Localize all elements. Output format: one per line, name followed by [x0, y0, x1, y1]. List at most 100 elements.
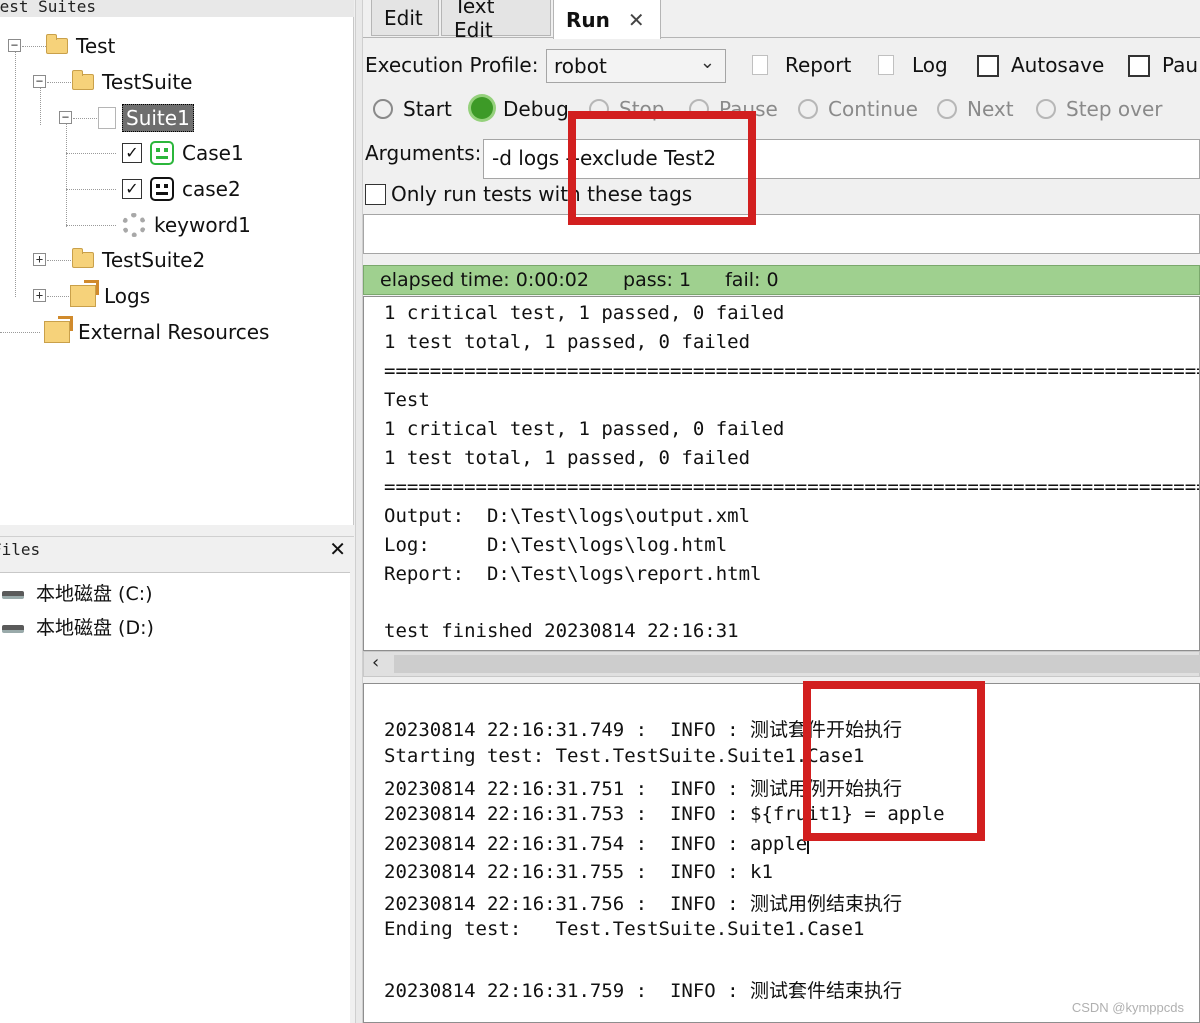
- case2-checkbox[interactable]: ✓: [122, 179, 142, 199]
- folder-icon: [72, 248, 94, 268]
- scrollbar-thumb[interactable]: [394, 655, 1200, 673]
- step-over-label: Step over: [1066, 97, 1163, 121]
- file-icon: [98, 107, 116, 129]
- log-line: 20230814 22:16:31.751 : INFO : 测试用例开始执行: [384, 778, 903, 800]
- collapse-icon[interactable]: −: [59, 111, 72, 124]
- log-line: Starting test: Test.TestSuite.Suite1.Cas…: [384, 745, 865, 767]
- drive-d[interactable]: 本地磁盘 (D:): [2, 611, 154, 641]
- continue-button[interactable]: Continue: [798, 97, 918, 121]
- console-line: ========================================…: [384, 360, 1200, 382]
- chevron-down-icon: ⌄: [699, 52, 715, 73]
- autosave-checkbox[interactable]: [977, 55, 999, 77]
- tree-node-label: Case1: [182, 141, 244, 165]
- stop-button[interactable]: Stop: [589, 97, 664, 121]
- pass-count: pass: 1: [623, 269, 692, 291]
- collapse-icon[interactable]: −: [33, 75, 46, 88]
- pause-checkbox[interactable]: [1128, 55, 1150, 77]
- only-run-tags-label: Only run tests with these tags: [391, 182, 693, 206]
- fail-count: fail: 0: [725, 269, 779, 291]
- tab-text-edit[interactable]: Text Edit: [441, 0, 551, 42]
- files-header: Files ✕: [0, 536, 354, 564]
- pause-button[interactable]: Pause: [689, 97, 778, 121]
- report-button[interactable]: Report: [785, 53, 851, 77]
- tree-node-case1[interactable]: ✓ Case1: [122, 138, 244, 168]
- scroll-left-icon[interactable]: ‹: [372, 652, 379, 673]
- tree-line: [73, 118, 97, 119]
- tree-line: [47, 260, 71, 261]
- case1-checkbox[interactable]: ✓: [122, 143, 142, 163]
- elapsed-time: elapsed time: 0:00:02: [380, 269, 589, 291]
- tree-line: [47, 296, 71, 297]
- tree-node-label: Test: [76, 34, 116, 58]
- tab-label: Text Edit: [454, 0, 495, 42]
- tree-node-testsuite2[interactable]: TestSuite2: [72, 245, 205, 275]
- tree-node-keyword1[interactable]: keyword1: [122, 210, 251, 240]
- tree-node-testsuite[interactable]: TestSuite: [72, 67, 192, 97]
- arguments-input[interactable]: -d logs --exclude Test2: [483, 139, 1200, 179]
- tab-label: Edit: [384, 5, 423, 30]
- log-icon: [878, 55, 894, 75]
- robot-test-icon: [150, 177, 174, 201]
- files-panel: 本地磁盘 (C:) 本地磁盘 (D:): [0, 572, 350, 1023]
- execution-profile-select[interactable]: robot ⌄: [546, 49, 726, 83]
- message-log[interactable]: 20230814 22:16:31.749 : INFO : 测试套件开始执行 …: [363, 683, 1200, 1023]
- stop-icon: [589, 99, 609, 119]
- console-line: Output: D:\Test\logs\output.xml: [384, 505, 751, 527]
- log-line: 20230814 22:16:31.754 : INFO : apple: [384, 832, 810, 855]
- tab-run[interactable]: Run ✕: [553, 0, 661, 39]
- tree-line: [47, 82, 71, 83]
- log-button[interactable]: Log: [912, 53, 948, 77]
- step-over-icon: [1036, 99, 1056, 119]
- tree-line: [15, 39, 16, 297]
- console-output[interactable]: 1 critical test, 1 passed, 0 failed 1 te…: [363, 296, 1200, 651]
- panel-splitter[interactable]: [355, 0, 363, 1023]
- tree-node-label: External Resources: [78, 320, 270, 344]
- tree-node-test[interactable]: Test: [46, 31, 115, 61]
- console-line: 1 test total, 1 passed, 0 failed: [384, 331, 751, 353]
- stop-label: Stop: [619, 97, 665, 121]
- close-icon[interactable]: ✕: [329, 537, 346, 561]
- gear-icon: [122, 213, 146, 237]
- report-icon: [752, 55, 768, 75]
- only-run-tags-checkbox[interactable]: [365, 184, 386, 205]
- log-line: Ending test: Test.TestSuite.Suite1.Case1: [384, 918, 865, 940]
- tags-input[interactable]: [363, 214, 1200, 254]
- log-line: 20230814 22:16:31.755 : INFO : k1: [384, 861, 773, 883]
- debug-button[interactable]: Debug: [471, 97, 569, 121]
- console-line: Test: [384, 389, 430, 411]
- log-line: 20230814 22:16:31.759 : INFO : 测试套件结束执行: [384, 980, 903, 1002]
- start-button[interactable]: Start: [373, 97, 452, 121]
- console-line: 1 test total, 1 passed, 0 failed: [384, 447, 751, 469]
- start-label: Start: [403, 97, 452, 121]
- resource-folder-icon: [70, 280, 99, 307]
- close-icon[interactable]: ✕: [628, 8, 645, 32]
- right-panel: Edit Text Edit Run ✕ Execution Profile: …: [363, 0, 1200, 1023]
- next-button[interactable]: Next: [937, 97, 1014, 121]
- expand-icon[interactable]: +: [33, 253, 46, 266]
- tree-node-case2[interactable]: ✓ case2: [122, 174, 241, 204]
- drive-label: 本地磁盘 (D:): [36, 616, 154, 639]
- tree-node-logs[interactable]: Logs: [70, 280, 150, 311]
- step-over-button[interactable]: Step over: [1036, 97, 1163, 121]
- resource-folder-icon: [44, 316, 73, 343]
- bug-icon: [471, 97, 493, 119]
- watermark: CSDN @kymppcds: [1071, 1000, 1184, 1015]
- folder-icon: [72, 70, 94, 90]
- left-panel: Test Suites − − − + + Test TestSuite Sui…: [0, 0, 356, 1023]
- next-label: Next: [967, 97, 1014, 121]
- collapse-icon[interactable]: −: [8, 39, 21, 52]
- tree-node-label: TestSuite: [102, 70, 193, 94]
- autosave-label: Autosave: [1011, 53, 1105, 77]
- expand-icon[interactable]: +: [33, 289, 46, 302]
- tree-line: [66, 153, 116, 154]
- tree-node-external-resources[interactable]: External Resources: [44, 316, 270, 347]
- console-line: test finished 20230814 22:16:31: [384, 620, 739, 642]
- pause-icon: [689, 99, 709, 119]
- console-line: Log: D:\Test\logs\log.html: [384, 534, 728, 556]
- editor-tabs: Edit Text Edit Run ✕: [363, 0, 1200, 42]
- horizontal-scrollbar[interactable]: ‹: [363, 651, 1200, 677]
- tab-edit[interactable]: Edit: [371, 0, 439, 36]
- tree-node-suite1[interactable]: Suite1: [98, 103, 194, 133]
- drive-c[interactable]: 本地磁盘 (C:): [2, 577, 153, 607]
- debug-label: Debug: [503, 97, 569, 121]
